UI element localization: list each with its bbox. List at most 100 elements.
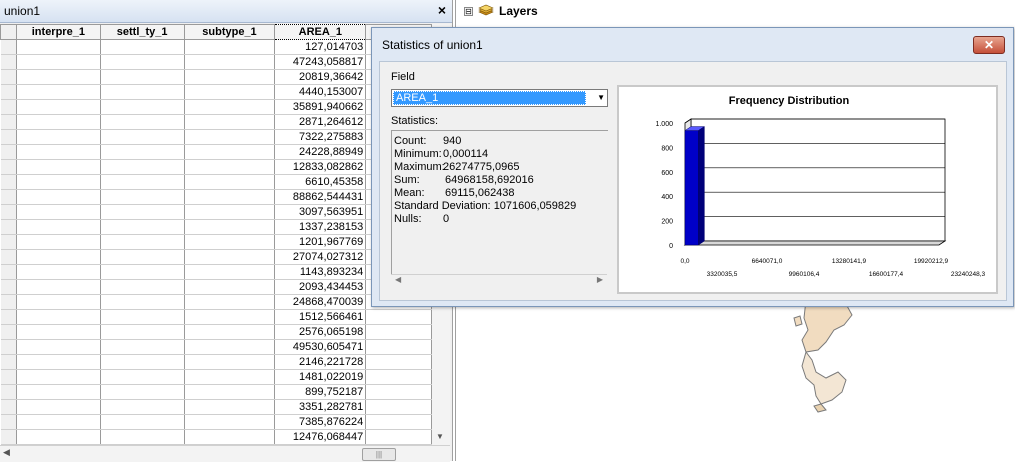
cell-subtype-1[interactable] (184, 279, 276, 295)
cell-settl-ty-1[interactable] (100, 324, 185, 340)
cell-interpre-1[interactable] (16, 249, 101, 265)
cell-settl-ty-1[interactable] (100, 339, 185, 355)
table-row[interactable]: 88862,544431 (0, 189, 432, 205)
cell-subtype-1[interactable] (184, 429, 276, 445)
table-row[interactable]: 127,014703 (0, 39, 432, 55)
cell-settl-ty-1[interactable] (100, 354, 185, 370)
table-row[interactable]: 2576,065198 (0, 324, 432, 340)
cell-settl-ty-1[interactable] (100, 99, 185, 115)
cell-subtype-1[interactable] (184, 399, 276, 415)
cell-settl-ty-1[interactable] (100, 234, 185, 250)
cell-interpre-1[interactable] (16, 99, 101, 115)
scroll-down-arrow-icon[interactable]: ▼ (436, 432, 444, 441)
scroll-left-arrow-icon[interactable]: ◀ (395, 275, 401, 284)
cell-area-1[interactable]: 899,752187 (274, 384, 367, 400)
cell-settl-ty-1[interactable] (100, 219, 185, 235)
row-selector[interactable] (0, 54, 17, 70)
row-selector[interactable] (0, 429, 17, 445)
cell-subtype-1[interactable] (184, 264, 276, 280)
scrollbar-thumb[interactable]: ||| (362, 448, 396, 461)
cell-settl-ty-1[interactable] (100, 144, 185, 160)
cell-subtype-1[interactable] (184, 129, 276, 145)
cell-interpre-1[interactable] (16, 144, 101, 160)
cell-subtype-1[interactable] (184, 354, 276, 370)
row-selector[interactable] (0, 234, 17, 250)
table-row[interactable]: 6610,45358 (0, 174, 432, 190)
cell-area-1[interactable]: 2576,065198 (274, 324, 367, 340)
row-selector[interactable] (0, 84, 17, 100)
cell-subtype-1[interactable] (184, 309, 276, 325)
cell-extra[interactable] (365, 369, 432, 385)
cell-settl-ty-1[interactable] (100, 369, 185, 385)
cell-interpre-1[interactable] (16, 219, 101, 235)
cell-interpre-1[interactable] (16, 414, 101, 430)
cell-subtype-1[interactable] (184, 219, 276, 235)
table-horizontal-scrollbar[interactable]: ◀ ||| (0, 445, 450, 462)
cell-area-1[interactable]: 24228,88949 (274, 144, 367, 160)
cell-area-1[interactable]: 1143,893234 (274, 264, 367, 280)
cell-subtype-1[interactable] (184, 234, 276, 250)
table-row[interactable]: 20819,36642 (0, 69, 432, 85)
cell-settl-ty-1[interactable] (100, 294, 185, 310)
chevron-down-icon[interactable]: ▼ (597, 93, 605, 102)
cell-settl-ty-1[interactable] (100, 249, 185, 265)
row-selector[interactable] (0, 339, 17, 355)
table-row[interactable]: 3097,563951 (0, 204, 432, 220)
table-row[interactable]: 1337,238153 (0, 219, 432, 235)
row-selector[interactable] (0, 324, 17, 340)
row-selector[interactable] (0, 159, 17, 175)
column-header-subtype-1[interactable]: subtype_1 (183, 24, 276, 40)
cell-extra[interactable] (365, 354, 432, 370)
cell-area-1[interactable]: 7385,876224 (274, 414, 367, 430)
cell-extra[interactable] (365, 399, 432, 415)
cell-area-1[interactable]: 2871,264612 (274, 114, 367, 130)
cell-area-1[interactable]: 12833,082862 (274, 159, 367, 175)
cell-settl-ty-1[interactable] (100, 384, 185, 400)
cell-area-1[interactable]: 27074,027312 (274, 249, 367, 265)
scroll-left-arrow-icon[interactable]: ◀ (3, 447, 10, 458)
cell-subtype-1[interactable] (184, 99, 276, 115)
cell-area-1[interactable]: 3351,282781 (274, 399, 367, 415)
row-selector[interactable] (0, 249, 17, 265)
cell-interpre-1[interactable] (16, 234, 101, 250)
cell-subtype-1[interactable] (184, 369, 276, 385)
row-selector[interactable] (0, 39, 17, 55)
cell-extra[interactable] (365, 339, 432, 355)
cell-area-1[interactable]: 1337,238153 (274, 219, 367, 235)
cell-interpre-1[interactable] (16, 354, 101, 370)
table-row[interactable]: 7322,275883 (0, 129, 432, 145)
table-row[interactable]: 2093,434453 (0, 279, 432, 295)
cell-area-1[interactable]: 35891,940662 (274, 99, 367, 115)
table-row[interactable]: 47243,058817 (0, 54, 432, 70)
cell-interpre-1[interactable] (16, 324, 101, 340)
row-selector[interactable] (0, 309, 17, 325)
cell-interpre-1[interactable] (16, 69, 101, 85)
row-selector[interactable] (0, 144, 17, 160)
cell-interpre-1[interactable] (16, 339, 101, 355)
cell-interpre-1[interactable] (16, 129, 101, 145)
cell-interpre-1[interactable] (16, 54, 101, 70)
cell-subtype-1[interactable] (184, 144, 276, 160)
cell-subtype-1[interactable] (184, 414, 276, 430)
table-row[interactable]: 12476,068447 (0, 429, 432, 445)
cell-settl-ty-1[interactable] (100, 204, 185, 220)
cell-subtype-1[interactable] (184, 159, 276, 175)
cell-subtype-1[interactable] (184, 339, 276, 355)
cell-area-1[interactable]: 127,014703 (274, 39, 367, 55)
collapse-icon[interactable]: ⊟ (464, 7, 473, 16)
scroll-right-arrow-icon[interactable]: ▶ (597, 275, 603, 284)
cell-interpre-1[interactable] (16, 429, 101, 445)
row-selector[interactable] (0, 129, 17, 145)
cell-interpre-1[interactable] (16, 369, 101, 385)
table-row[interactable]: 1512,566461 (0, 309, 432, 325)
cell-area-1[interactable]: 1481,022019 (274, 369, 367, 385)
cell-settl-ty-1[interactable] (100, 264, 185, 280)
cell-settl-ty-1[interactable] (100, 309, 185, 325)
cell-subtype-1[interactable] (184, 54, 276, 70)
cell-area-1[interactable]: 1512,566461 (274, 309, 367, 325)
cell-interpre-1[interactable] (16, 204, 101, 220)
cell-extra[interactable] (365, 309, 432, 325)
table-row[interactable]: 2146,221728 (0, 354, 432, 370)
table-row[interactable]: 4440,153007 (0, 84, 432, 100)
row-selector[interactable] (0, 174, 17, 190)
